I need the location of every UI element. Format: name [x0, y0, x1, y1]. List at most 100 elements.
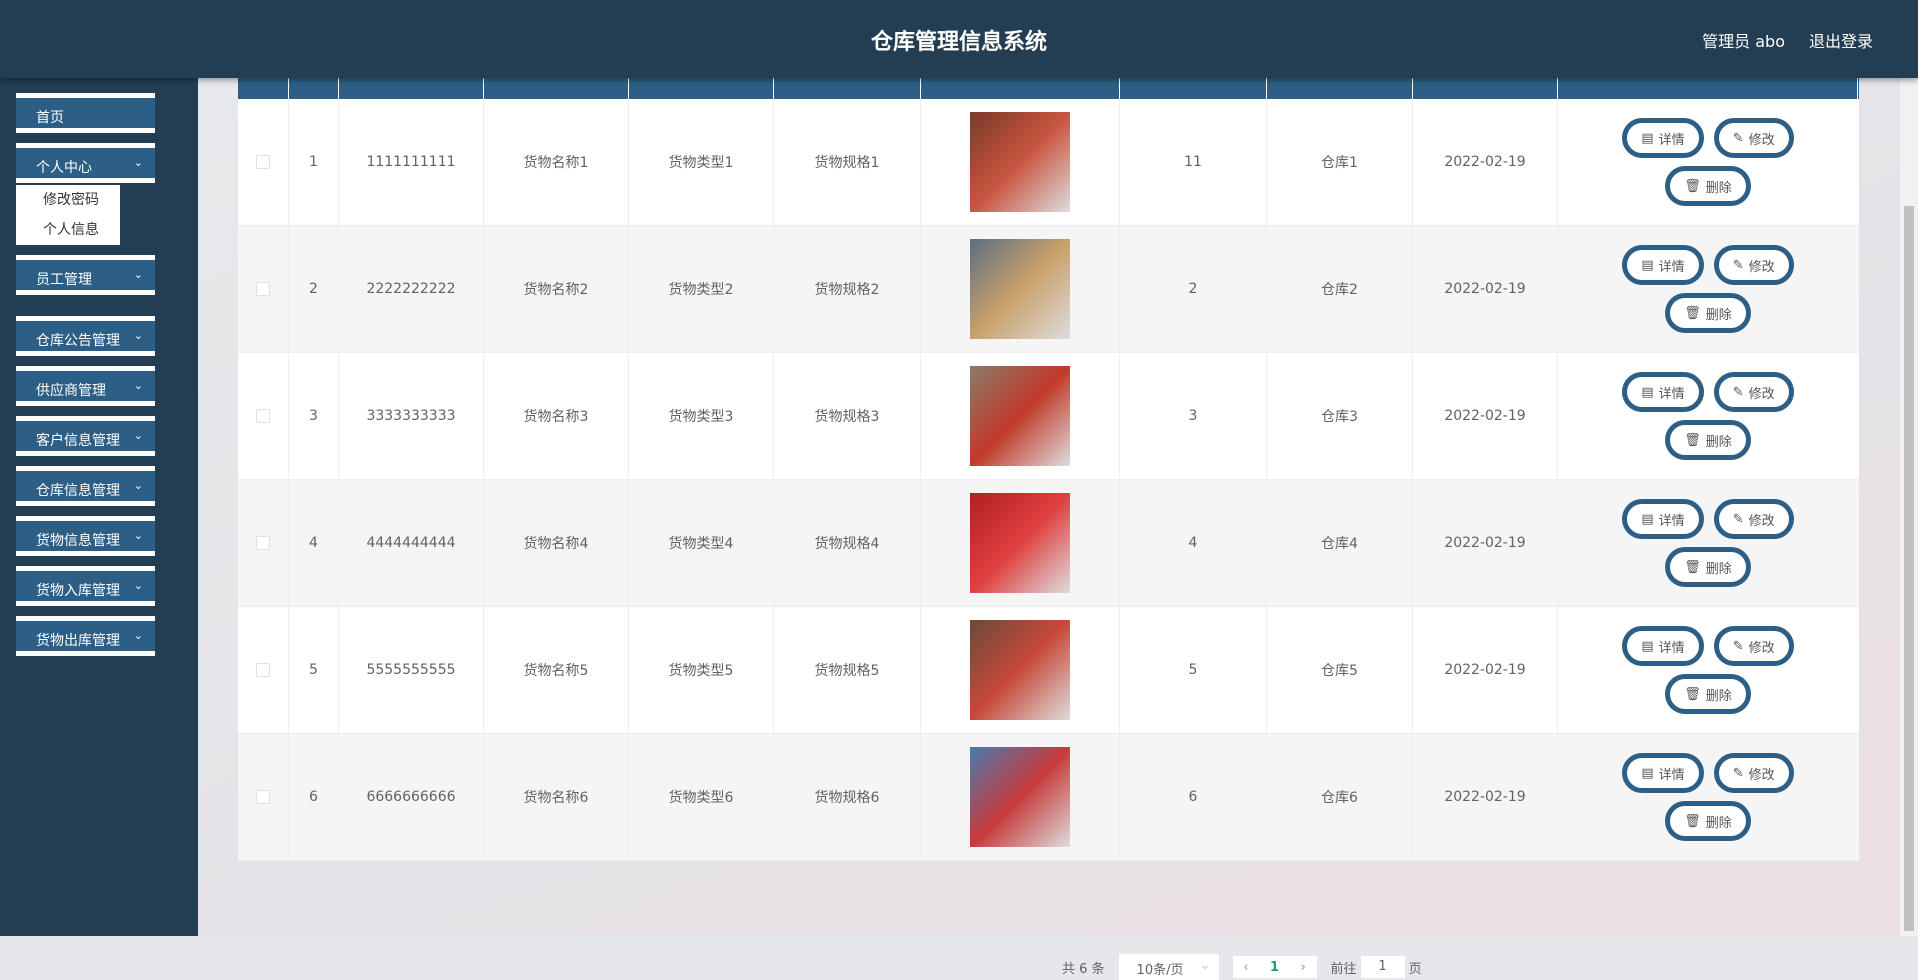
- cell-index: 3: [289, 353, 339, 479]
- goods-image[interactable]: [970, 366, 1070, 466]
- header-cell: [339, 78, 484, 99]
- edit-button[interactable]: ✎ 修改: [1713, 626, 1794, 666]
- cell-name: 货物名称4: [484, 480, 629, 606]
- goods-image[interactable]: [970, 112, 1070, 212]
- row-checkbox[interactable]: [256, 663, 270, 677]
- delete-button[interactable]: 🗑 删除: [1665, 293, 1751, 333]
- chevron-down-icon: ⌄: [133, 529, 143, 542]
- cell-spec: 货物规格2: [774, 226, 921, 352]
- cell-spec: 货物规格4: [774, 480, 921, 606]
- detail-button[interactable]: ▤ 详情: [1622, 626, 1704, 666]
- sidebar-item-label: 货物信息管理: [36, 533, 120, 549]
- cell-index: 4: [289, 480, 339, 606]
- header-cell: [921, 78, 1120, 99]
- document-icon: ▤: [1641, 384, 1654, 400]
- delete-button[interactable]: 🗑 删除: [1665, 420, 1751, 460]
- submenu-item[interactable]: 修改密码: [16, 185, 120, 215]
- header-cell: [1120, 78, 1267, 99]
- edit-button[interactable]: ✎ 修改: [1713, 499, 1794, 539]
- header-cell: [1413, 78, 1558, 99]
- header-cell: [484, 78, 629, 99]
- detail-button[interactable]: ▤ 详情: [1622, 753, 1704, 793]
- row-checkbox[interactable]: [256, 282, 270, 296]
- delete-button[interactable]: 🗑 删除: [1665, 547, 1751, 587]
- sidebar-item[interactable]: 货物入库管理 ⌄: [16, 566, 155, 606]
- edit-button[interactable]: ✎ 修改: [1713, 118, 1794, 158]
- table-row: 1 1111111111 货物名称1 货物类型1 货物规格1 11 仓库1 2022-02-1…: [238, 99, 1859, 226]
- cell-type: 货物类型2: [629, 226, 774, 352]
- sidebar-item[interactable]: 货物出库管理 ⌄: [16, 616, 155, 656]
- delete-button[interactable]: 🗑 删除: [1665, 166, 1751, 206]
- goto-label: 前往: [1330, 961, 1357, 977]
- document-icon: ▤: [1641, 130, 1654, 146]
- detail-button[interactable]: ▤ 详情: [1622, 118, 1704, 158]
- table-row: 5 5555555555 货物名称5 货物类型5 货物规格5 5 仓库5 2022-02-19…: [238, 607, 1859, 734]
- cell-name: 货物名称2: [484, 226, 629, 352]
- table-header: [238, 78, 1859, 99]
- cell-index: 1: [289, 99, 339, 225]
- cell-warehouse: 仓库2: [1267, 226, 1413, 352]
- cell-qty: 6: [1120, 734, 1267, 860]
- cell-code: 3333333333: [339, 353, 484, 479]
- next-page-button[interactable]: ›: [1301, 960, 1306, 975]
- chevron-down-icon: ⌄: [133, 156, 143, 169]
- page-size-select[interactable]: 10条/页 ⌄: [1118, 954, 1219, 980]
- cell-index: 5: [289, 607, 339, 733]
- cell-index: 2: [289, 226, 339, 352]
- submenu-item[interactable]: 个人信息: [16, 215, 120, 245]
- sidebar-item[interactable]: 货物信息管理 ⌄: [16, 516, 155, 556]
- trash-icon: 🗑: [1684, 686, 1701, 702]
- goods-image[interactable]: [970, 239, 1070, 339]
- detail-button[interactable]: ▤ 详情: [1622, 372, 1704, 412]
- edit-button[interactable]: ✎ 修改: [1713, 753, 1794, 793]
- delete-button[interactable]: 🗑 删除: [1665, 801, 1751, 841]
- edit-button[interactable]: ✎ 修改: [1713, 245, 1794, 285]
- cell-index: 6: [289, 734, 339, 860]
- prev-page-button[interactable]: ‹: [1243, 960, 1248, 975]
- goods-image[interactable]: [970, 747, 1070, 847]
- logout-link[interactable]: 退出登录: [1809, 28, 1873, 52]
- row-checkbox[interactable]: [256, 155, 270, 169]
- cell-qty: 4: [1120, 480, 1267, 606]
- delete-button[interactable]: 🗑 删除: [1665, 674, 1751, 714]
- cell-type: 货物类型4: [629, 480, 774, 606]
- trash-icon: 🗑: [1684, 432, 1701, 448]
- sidebar-item-label: 个人中心: [36, 160, 92, 176]
- chevron-down-icon: ⌄: [133, 479, 143, 492]
- document-icon: ▤: [1641, 511, 1654, 527]
- trash-icon: 🗑: [1684, 305, 1701, 321]
- sidebar-item[interactable]: 供应商管理 ⌄: [16, 366, 155, 406]
- detail-button[interactable]: ▤ 详情: [1622, 499, 1704, 539]
- main-content: 1 1111111111 货物名称1 货物类型1 货物规格1 11 仓库1 2022-02-1…: [198, 78, 1900, 980]
- personal-submenu: 修改密码 个人信息: [16, 185, 120, 245]
- goods-image[interactable]: [970, 493, 1070, 593]
- page-number[interactable]: 1: [1270, 960, 1279, 975]
- cell-code: 6666666666: [339, 734, 484, 860]
- cell-date: 2022-02-19: [1413, 99, 1558, 225]
- row-checkbox[interactable]: [256, 790, 270, 804]
- current-user: 管理员 abo: [1702, 32, 1785, 51]
- row-checkbox[interactable]: [256, 409, 270, 423]
- pencil-icon: ✎: [1732, 765, 1744, 781]
- scrollbar[interactable]: [1900, 78, 1918, 936]
- sidebar-item[interactable]: 仓库信息管理 ⌄: [16, 466, 155, 506]
- sidebar: 首页个人中心 ⌄ 员工管理 ⌄ 仓库公告管理 ⌄ 供应商管理 ⌄ 客户信息管理 ⌄ 仓库信息管理 ⌄ 货…: [0, 78, 198, 936]
- row-checkbox[interactable]: [256, 536, 270, 550]
- sidebar-item[interactable]: 员工管理 ⌄: [16, 255, 155, 295]
- goods-image[interactable]: [970, 620, 1070, 720]
- goto-page-input[interactable]: 1: [1360, 956, 1405, 978]
- cell-name: 货物名称1: [484, 99, 629, 225]
- cell-code: 5555555555: [339, 607, 484, 733]
- table-row: 3 3333333333 货物名称3 货物类型3 货物规格3 3 仓库3 2022-02-19…: [238, 353, 1859, 480]
- sidebar-item-label: 货物入库管理: [36, 583, 120, 599]
- document-icon: ▤: [1641, 765, 1654, 781]
- detail-button[interactable]: ▤ 详情: [1622, 245, 1704, 285]
- edit-button[interactable]: ✎ 修改: [1713, 372, 1794, 412]
- chevron-down-icon: ⌄: [133, 579, 143, 592]
- sidebar-item[interactable]: 仓库公告管理 ⌄: [16, 316, 155, 356]
- header-cell: [289, 78, 339, 99]
- scrollbar-thumb[interactable]: [1904, 206, 1914, 931]
- sidebar-item[interactable]: 客户信息管理 ⌄: [16, 416, 155, 456]
- sidebar-item[interactable]: 首页: [16, 93, 155, 133]
- sidebar-item[interactable]: 个人中心 ⌄: [16, 143, 155, 183]
